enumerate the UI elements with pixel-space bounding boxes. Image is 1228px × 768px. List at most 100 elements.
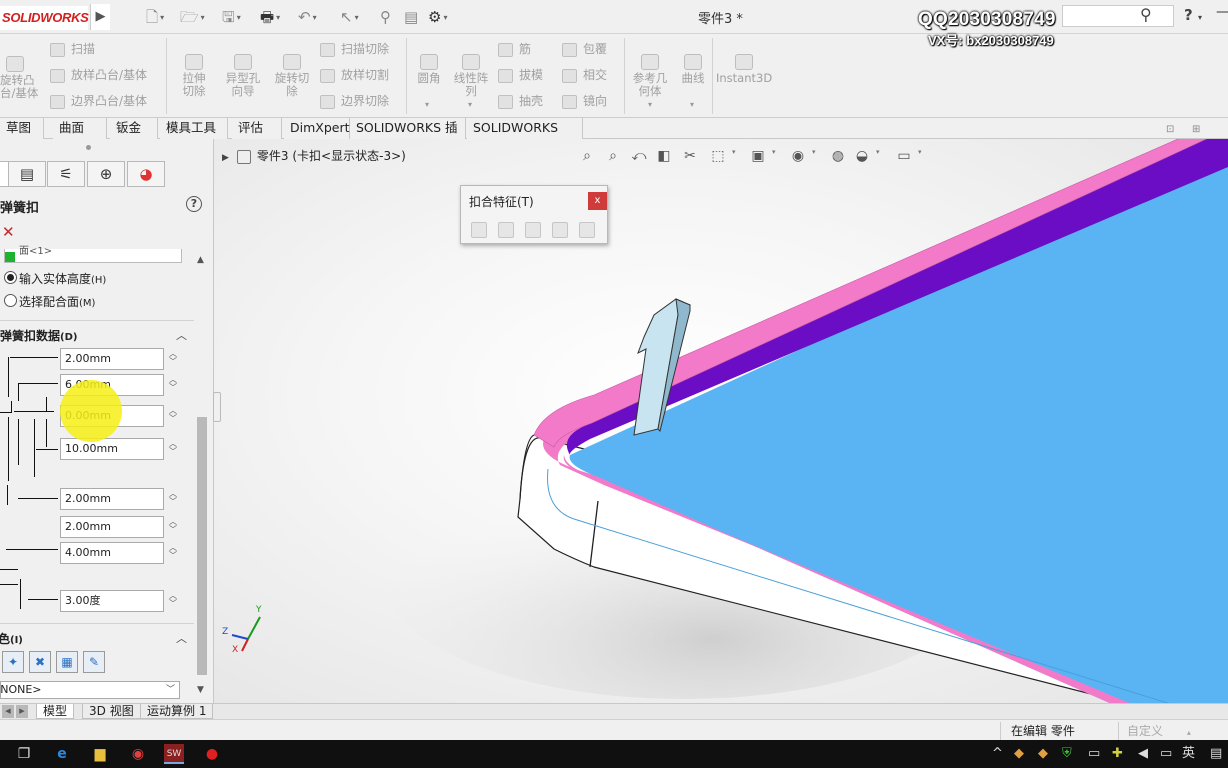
extrude-cut-button[interactable]: 拉伸切除 <box>172 54 216 98</box>
draft-button[interactable]: 拔模 <box>498 66 543 84</box>
tab-3d-views[interactable]: 3D 视图 <box>82 704 141 719</box>
swept-cut-button[interactable]: 扫描切除 <box>320 40 389 58</box>
reference-geometry-button[interactable]: 参考几何体 <box>628 54 672 98</box>
zoom-to-fit-icon[interactable]: ⌕ <box>577 146 597 166</box>
expand-caret-icon[interactable]: ▶ <box>222 153 229 163</box>
rib-button[interactable]: 筋 <box>498 40 531 58</box>
zoom-to-area-icon[interactable]: ⌕ <box>603 146 623 166</box>
remove-appearance-icon[interactable]: ✖ <box>29 651 51 673</box>
new-document-icon[interactable]: 🗋 ▾ <box>146 7 164 27</box>
close-button[interactable]: x <box>588 192 607 210</box>
mounting-boss-icon[interactable] <box>471 222 487 238</box>
solidworks-logo[interactable]: SOLIDWORKS <box>0 6 89 30</box>
tab-scroll-first-icon[interactable]: ◀ <box>2 705 14 718</box>
task-view-icon[interactable]: ❐ <box>14 744 34 764</box>
units-selector[interactable]: 自定义 ▴ <box>1118 722 1228 742</box>
panel-grip[interactable] <box>86 145 91 150</box>
intersect-button[interactable]: 相交 <box>562 66 607 84</box>
help-icon[interactable]: ? <box>186 196 202 212</box>
tab-scroll-prev-icon[interactable]: ▶ <box>16 705 28 718</box>
window-minimize-icon[interactable]: — <box>1216 4 1228 20</box>
snap-angle-field[interactable]: 3.00度 <box>60 590 164 612</box>
radio-enter-body-height[interactable] <box>4 271 17 284</box>
sweep-button[interactable]: 扫描 <box>50 40 95 58</box>
scroll-down-icon[interactable]: ▼ <box>197 685 204 695</box>
spin-arrows-icon[interactable]: ︿ ﹀ <box>168 350 178 366</box>
tab-solidworks-addins[interactable]: SOLIDWORKS 插件 <box>350 118 466 155</box>
tab-motion-study[interactable]: 运动算例 1 <box>140 704 214 719</box>
tab-solidworks-mbd[interactable]: SOLIDWORKS MBD <box>467 118 583 155</box>
wrap-button[interactable]: 包覆 <box>562 40 607 58</box>
tab-property-manager[interactable]: ▤ <box>8 161 46 187</box>
graphics-viewport[interactable]: Y Z X ▶ 零件3 (卡扣<显示状态-3>) ⌕ ⌕ ⤺ ◧ ✂ ⬚ ▾ ▣ … <box>214 139 1228 705</box>
tray-window-icon[interactable]: ▭ <box>1160 745 1172 763</box>
snap-dim-field-7[interactable]: 4.00mm <box>60 542 164 564</box>
display-style-icon[interactable]: ▣ <box>748 146 768 166</box>
apply-scene-icon[interactable]: ◒ <box>852 146 872 166</box>
shell-button[interactable]: 抽壳 <box>498 92 543 110</box>
edit-appearance-icon[interactable]: ◍ <box>828 146 848 166</box>
save-icon[interactable]: 🖫 ▾ <box>222 7 241 27</box>
notifications-icon[interactable]: ▤ <box>1210 745 1222 763</box>
tab-surfaces[interactable]: 曲面 <box>53 118 107 139</box>
feature-breadcrumb[interactable]: ▶ 零件3 (卡扣<显示状态-3>) <box>222 147 406 164</box>
edge-browser-icon[interactable]: e <box>52 744 72 764</box>
rebuild-icon[interactable]: ⚲ <box>380 7 391 27</box>
ref-geometry-dropdown-icon[interactable]: ▾ <box>648 100 652 109</box>
scroll-thumb[interactable] <box>197 417 207 675</box>
volume-icon[interactable]: ◀ <box>1138 745 1148 763</box>
instant3d-button[interactable]: Instant3D <box>716 54 772 85</box>
chevron-down-icon[interactable]: ▾ <box>876 148 880 156</box>
appearance-edit-icon[interactable]: ✎ <box>83 651 105 673</box>
recorder-icon[interactable]: ● <box>202 744 222 764</box>
tab-dimxpert-manager[interactable]: ⊕ <box>87 161 125 187</box>
chevron-down-icon[interactable]: ▾ <box>918 148 922 156</box>
curves-dropdown-icon[interactable]: ▾ <box>690 100 694 109</box>
solidworks-taskbar-icon[interactable]: SW <box>164 744 184 764</box>
tray-plus-icon[interactable]: ✚ <box>1112 745 1123 763</box>
selection-box[interactable]: 面<1> <box>4 246 182 263</box>
tray-expand-icon[interactable]: ^ <box>992 745 1003 763</box>
options-gear-icon[interactable]: ⚙ ▾ <box>428 7 447 27</box>
lofted-cut-button[interactable]: 放样切割 <box>320 66 389 84</box>
open-folder-icon[interactable]: 🗁 ▾ <box>180 7 205 27</box>
hide-show-items-icon[interactable]: ◉ <box>788 146 808 166</box>
boundary-boss-button[interactable]: 边界凸台/基体 <box>50 92 147 110</box>
lip-groove-icon[interactable] <box>579 222 595 238</box>
spin-arrows-icon[interactable]: ︿ ﹀ <box>168 407 178 423</box>
file-explorer-icon[interactable]: ▆ <box>90 744 110 764</box>
snap-data-section-title[interactable]: 弹簧扣数据(D) <box>0 327 77 344</box>
spin-arrows-icon[interactable]: ︿ ﹀ <box>168 592 178 608</box>
tab-model[interactable]: 模型 <box>36 704 75 719</box>
select-arrow-icon[interactable]: ↖ ▾ <box>340 7 359 27</box>
chevron-down-icon[interactable]: ▾ <box>812 148 816 156</box>
collapse-chevron-icon[interactable]: ︿ <box>176 630 187 646</box>
chrome-icon[interactable]: ◉ <box>128 744 148 764</box>
viewport-restore-icon[interactable]: ⊡ <box>1166 124 1174 135</box>
chevron-down-icon[interactable]: ▾ <box>772 148 776 156</box>
network-icon[interactable]: ▭ <box>1088 745 1100 763</box>
tab-sketch[interactable]: 草图 <box>0 118 44 139</box>
boundary-cut-button[interactable]: 边界切除 <box>320 92 389 110</box>
spin-arrows-icon[interactable]: ︿ ﹀ <box>168 490 178 506</box>
loft-boss-button[interactable]: 放样凸台/基体 <box>50 66 147 84</box>
fillet-dropdown-icon[interactable]: ▾ <box>425 100 429 109</box>
hole-wizard-button[interactable]: 异型孔向导 <box>220 54 266 98</box>
view-orientation-icon[interactable]: ⬚ <box>708 146 728 166</box>
snap-dim-field-1[interactable]: 2.00mm <box>60 348 164 370</box>
color-section-title[interactable]: 颜色(I) <box>0 630 23 647</box>
panel-scrollbar[interactable]: ▲ ▼ <box>194 253 210 699</box>
tab-configuration-manager[interactable]: ⚟ <box>47 161 85 187</box>
snap-dim-field-5[interactable]: 2.00mm <box>60 488 164 510</box>
tab-mold-tools[interactable]: 模具工具 <box>160 118 228 139</box>
previous-view-icon[interactable]: ⤺ <box>629 146 649 166</box>
fillet-button[interactable]: 圆角 <box>410 54 448 85</box>
add-appearance-icon[interactable]: ✦ <box>2 651 24 673</box>
help-icon[interactable]: ? ▾ <box>1184 6 1202 24</box>
spin-arrows-icon[interactable]: ︿ ﹀ <box>168 518 178 534</box>
input-language-indicator[interactable]: 英 <box>1182 745 1195 763</box>
tray-app-icon[interactable]: ◆ <box>1014 745 1024 763</box>
viewport-maximize-icon[interactable]: ⊞ <box>1192 124 1200 135</box>
tray-app-icon[interactable]: ◆ <box>1038 745 1048 763</box>
print-icon[interactable]: 🖶 ▾ <box>260 7 280 27</box>
